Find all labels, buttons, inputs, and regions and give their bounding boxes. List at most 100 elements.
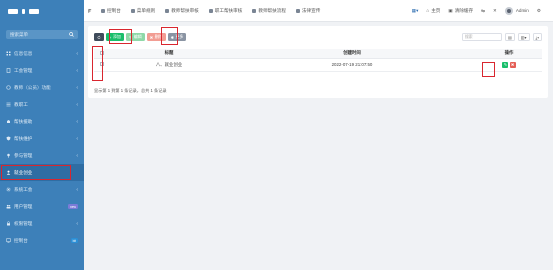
columns-icon: ▥▾ bbox=[520, 34, 527, 40]
scale-icon bbox=[295, 8, 300, 13]
sidebar-search[interactable]: 搜索菜单 bbox=[6, 30, 78, 39]
sidebar-item-maintain[interactable]: 帮扶维护 ‹ bbox=[0, 130, 84, 147]
doc-icon bbox=[6, 68, 11, 73]
search-icon bbox=[69, 32, 74, 37]
sidebar-item-label: 系统工会 bbox=[14, 186, 33, 192]
sidebar-item-label: 工会管理 bbox=[14, 67, 33, 73]
row-edit-button[interactable]: ✎ bbox=[502, 61, 509, 68]
sidebar-item-participate[interactable]: 参与管理 ‹ bbox=[0, 147, 84, 164]
chevron-left-icon: ‹ bbox=[76, 135, 78, 142]
circle-icon bbox=[6, 85, 11, 90]
new-badge: new bbox=[68, 204, 78, 209]
avatar bbox=[504, 6, 513, 15]
pencil-icon: ✎ bbox=[503, 62, 508, 67]
download-icon: ⤓▾ bbox=[535, 34, 539, 40]
highlight-box bbox=[92, 46, 103, 81]
home-link[interactable]: ⌂ 主页 bbox=[426, 8, 440, 14]
sidebar-item-system[interactable]: 系统工会 ‹ bbox=[0, 181, 84, 198]
chevron-left-icon: ‹ bbox=[76, 101, 78, 108]
tabs-menu-icon[interactable]: ▦▾ bbox=[412, 8, 419, 14]
clear-cache-button[interactable]: ▣ 清除缓存 bbox=[448, 8, 473, 14]
sidebar-item-label: 权限管理 bbox=[14, 220, 33, 226]
sidebar-item-users[interactable]: 用户管理 new bbox=[0, 198, 84, 215]
shield-icon bbox=[6, 136, 11, 141]
pin-icon bbox=[6, 153, 11, 158]
tab-console[interactable]: 控制台 bbox=[96, 8, 126, 14]
sidebar-item-aid[interactable]: 帮扶援助 ‹ bbox=[0, 113, 84, 130]
pagination-summary: 显示第 1 到第 1 条记录，总共 1 条记录 bbox=[94, 88, 167, 93]
sidebar-item-console[interactable]: 控制台 bit bbox=[0, 232, 84, 249]
row-delete-button[interactable]: ✖ bbox=[509, 61, 516, 68]
grid-icon bbox=[6, 51, 11, 56]
user-menu[interactable]: Admin bbox=[504, 6, 529, 15]
settings-icon bbox=[252, 8, 257, 13]
hand-icon bbox=[6, 119, 11, 124]
table-icon: ▤ bbox=[507, 34, 512, 40]
refresh-button[interactable] bbox=[94, 33, 104, 41]
highlight-box bbox=[482, 62, 495, 77]
sidebar-item-info[interactable]: 信息信息 ‹ bbox=[0, 45, 84, 62]
sidebar-item-label: 信息信息 bbox=[14, 50, 33, 56]
trash-icon: ✖ bbox=[510, 62, 515, 67]
grid-icon bbox=[208, 8, 213, 13]
table-tools: 搜索 ▤ ▥▾ ⤓▾ bbox=[461, 33, 542, 41]
chevron-left-icon: ‹ bbox=[76, 152, 78, 159]
tab-staff-aid-review[interactable]: 职工帮扶审核 bbox=[204, 8, 248, 14]
sidebar-item-label: 用户管理 bbox=[14, 203, 33, 209]
highlight-box bbox=[109, 29, 132, 44]
column-header-created[interactable]: 创建时间 bbox=[228, 49, 476, 59]
chevron-left-icon: ‹ bbox=[76, 186, 78, 193]
sidebar-item-staff[interactable]: 教职工 ‹ bbox=[0, 96, 84, 113]
sidebar-item-label: 帮扶援助 bbox=[14, 118, 33, 124]
sidebar-item-permissions[interactable]: 权限管理 ‹ bbox=[0, 215, 84, 232]
tab-menu-rules[interactable]: 菜单规则 bbox=[126, 8, 160, 14]
bit-badge: bit bbox=[70, 238, 78, 243]
chevron-left-icon: ‹ bbox=[76, 67, 78, 74]
lock-icon bbox=[6, 221, 11, 226]
fullscreen-icon[interactable]: ✕ bbox=[493, 8, 497, 14]
settings-gear-icon[interactable]: ⚙ bbox=[537, 8, 541, 14]
chevron-left-icon: ‹ bbox=[76, 84, 78, 91]
highlight-box bbox=[1, 165, 71, 180]
top-navbar: 控制台 菜单规则 教师帮扶审核 职工帮扶审核 教师帮扶流程 法律宣传 ▦▾ ⌂ 主… bbox=[84, 0, 553, 22]
trash-icon: ✖ bbox=[149, 34, 154, 40]
gear-icon bbox=[6, 187, 11, 192]
list-icon bbox=[130, 8, 135, 13]
tab-legal[interactable]: 法律宣传 bbox=[291, 8, 325, 14]
sidebar-item-employment[interactable]: 就业创业 bbox=[0, 164, 84, 181]
users-icon bbox=[6, 204, 11, 209]
flag-icon bbox=[165, 8, 170, 13]
tab-teacher-aid-flow[interactable]: 教师帮扶流程 bbox=[247, 8, 291, 14]
column-header-actions: 操作 bbox=[476, 49, 542, 59]
monitor-icon bbox=[6, 238, 11, 243]
data-table: 标题 创建时间 操作 八、就业创业 2022-07-19 21:07:50 ✎ … bbox=[94, 49, 542, 72]
tab-teacher-aid-review[interactable]: 教师帮扶审核 bbox=[160, 8, 204, 14]
table-search-input[interactable]: 搜索 bbox=[461, 33, 502, 41]
menu-toggle-icon[interactable] bbox=[84, 8, 96, 14]
sidebar-search-input[interactable]: 搜索菜单 bbox=[10, 32, 28, 38]
column-header-title[interactable]: 标题 bbox=[110, 49, 228, 59]
sidebar: 搜索菜单 信息信息 ‹ 工会管理 ‹ 教师（公员）功能 ‹ 教职工 ‹ 帮扶援助… bbox=[0, 0, 84, 270]
sidebar-item-label: 教职工 bbox=[14, 101, 28, 107]
chevron-left-icon: ‹ bbox=[76, 220, 78, 227]
dashboard-icon bbox=[101, 8, 105, 13]
sidebar-item-label: 帮扶维护 bbox=[14, 135, 33, 141]
translate-icon[interactable]: ⇆ bbox=[481, 8, 485, 14]
sidebar-item-union[interactable]: 工会管理 ‹ bbox=[0, 62, 84, 79]
columns-button[interactable]: ▥▾ bbox=[517, 33, 530, 41]
trash-icon: ▣ bbox=[448, 7, 453, 13]
chevron-left-icon: ‹ bbox=[76, 50, 78, 57]
export-button[interactable]: ⤓▾ bbox=[532, 33, 542, 41]
sidebar-item-teacher[interactable]: 教师（公员）功能 ‹ bbox=[0, 79, 84, 96]
app-logo[interactable] bbox=[0, 0, 84, 22]
main-panel: + 添加 ✎ 编辑 ✖ 删除 ✱ 更多 搜索 ▤ ▥▾ ⤓▾ 标题 创建时间 操作 八、… bbox=[88, 26, 548, 98]
table-row: 八、就业创业 2022-07-19 21:07:50 ✎ ✖ bbox=[94, 58, 542, 72]
sidebar-item-label: 教师（公员）功能 bbox=[14, 84, 51, 90]
chevron-left-icon: ‹ bbox=[76, 118, 78, 125]
list-icon bbox=[6, 102, 11, 107]
sidebar-item-label: 参与管理 bbox=[14, 152, 33, 158]
table-header-row: 标题 创建时间 操作 bbox=[94, 49, 542, 59]
highlight-box bbox=[161, 27, 178, 45]
refresh-icon bbox=[97, 35, 101, 39]
toggle-view-button[interactable]: ▤ bbox=[504, 33, 515, 41]
